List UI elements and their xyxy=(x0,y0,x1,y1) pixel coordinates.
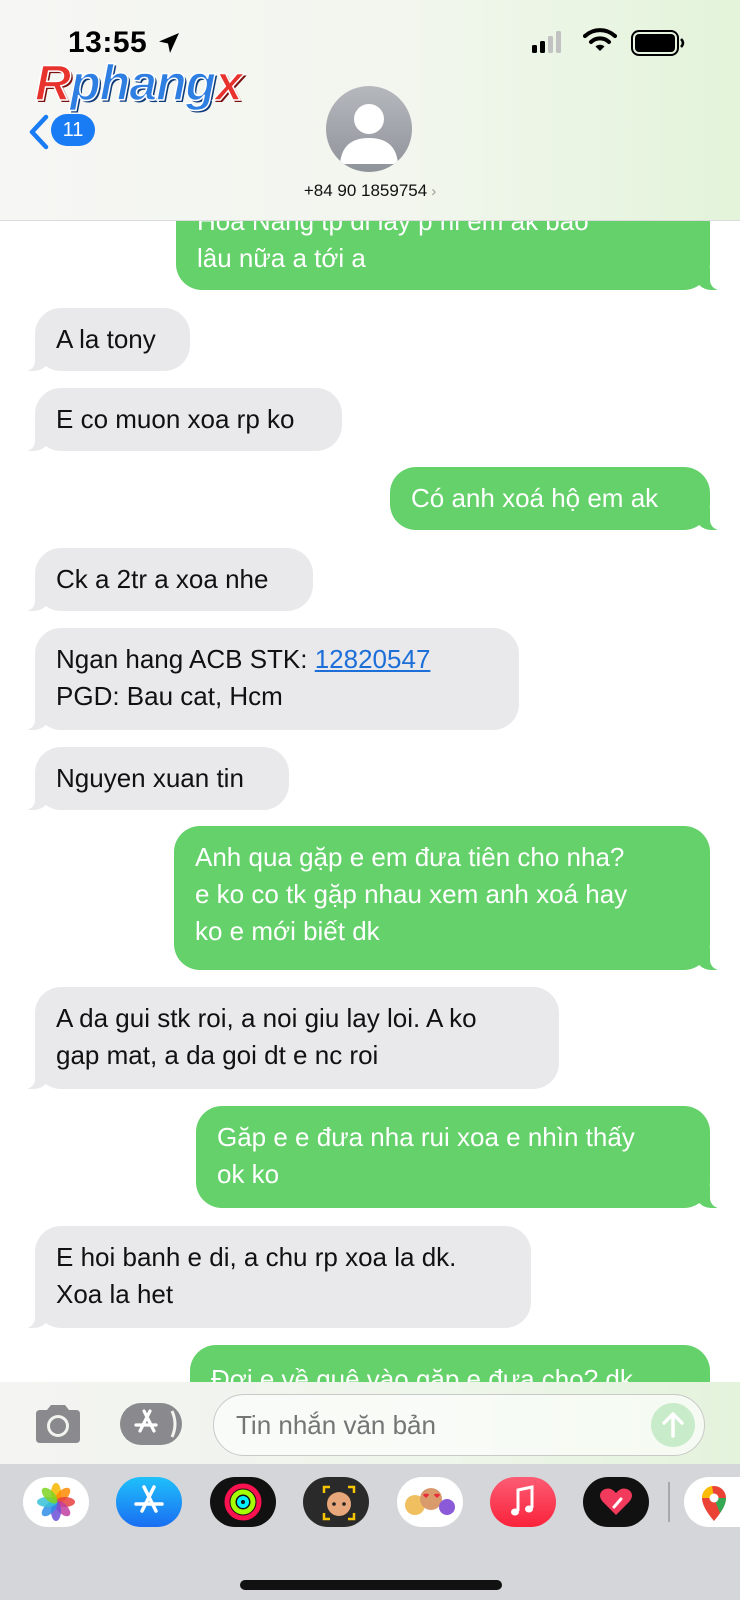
app-store-icon[interactable] xyxy=(116,1477,182,1527)
contact-number[interactable]: +84 90 1859754 › xyxy=(0,181,740,201)
message-text: E co muon xoa rp ko xyxy=(56,404,295,434)
music-icon[interactable] xyxy=(490,1477,556,1527)
chevron-right-icon: › xyxy=(431,183,437,200)
contact-avatar[interactable] xyxy=(326,86,412,172)
home-indicator xyxy=(240,1580,502,1590)
app-store-button[interactable] xyxy=(120,1403,182,1445)
account-number-link[interactable]: 12820547 xyxy=(315,644,431,674)
message-text: ok ko xyxy=(217,1159,280,1189)
message-received[interactable]: A da gui stk roi, a noi giu lay loi. A k… xyxy=(23,987,559,1089)
message-received[interactable]: Ngan hang ACB STK: 12820547 PGD: Bau cat… xyxy=(23,628,519,730)
tray-divider xyxy=(668,1482,670,1522)
message-received[interactable]: E hoi banh e di, a chu rp xoa la dk. Xoa… xyxy=(23,1226,531,1328)
message-sent[interactable]: Anh qua gặp e em đưa tiên cho nha? e ko … xyxy=(174,826,722,970)
watermark-logo: Rphangx xyxy=(34,55,243,111)
message-text: Nguyen xuan tin xyxy=(56,763,244,793)
message-input[interactable] xyxy=(213,1394,705,1456)
message-text: Xoa la het xyxy=(56,1279,174,1309)
message-text: gap mat, a da goi dt e nc roi xyxy=(56,1040,379,1070)
message-received[interactable]: Ck a 2tr a xoa nhe xyxy=(23,548,313,611)
message-text: e ko co tk gặp nhau xem anh xoá hay xyxy=(195,879,628,909)
message-text: Ck a 2tr a xoa nhe xyxy=(56,564,269,594)
message-text: PGD: Bau cat, Hcm xyxy=(56,681,283,711)
send-button[interactable] xyxy=(651,1403,695,1447)
cellular-signal-icon xyxy=(532,31,564,58)
back-chevron-icon[interactable] xyxy=(28,114,50,155)
message-text: E hoi banh e di, a chu rp xoa la dk. xyxy=(56,1242,457,1272)
fitness-icon[interactable] xyxy=(210,1477,276,1527)
message-text: Ngan hang ACB STK: 12820547 xyxy=(56,644,431,674)
unread-count-badge[interactable]: 11 xyxy=(51,114,95,146)
photos-icon[interactable] xyxy=(23,1477,89,1527)
memoji-icon[interactable] xyxy=(303,1477,369,1527)
message-text: Có anh xoá hộ em ak xyxy=(411,483,659,513)
digital-touch-icon[interactable] xyxy=(583,1477,649,1527)
google-maps-icon[interactable] xyxy=(684,1477,740,1527)
battery-icon xyxy=(631,30,685,61)
message-received[interactable]: E co muon xoa rp ko xyxy=(23,388,342,451)
camera-icon[interactable] xyxy=(32,1404,84,1449)
message-received[interactable]: A la tony xyxy=(23,308,190,371)
message-text: Găp e e đưa nha rui xoa e nhìn thấy xyxy=(217,1122,635,1152)
message-text: ko e mới biết dk xyxy=(195,916,380,946)
message-sent[interactable]: Có anh xoá hộ em ak xyxy=(390,467,722,530)
memoji-stickers-icon[interactable] xyxy=(397,1477,463,1527)
imessage-app-tray xyxy=(0,1464,740,1600)
message-text: A la tony xyxy=(56,324,156,354)
message-sent[interactable]: Găp e e đưa nha rui xoa e nhìn thấy ok k… xyxy=(196,1106,722,1208)
message-received[interactable]: Nguyen xuan tin xyxy=(23,747,289,810)
message-text: lâu nữa a tới a xyxy=(197,243,366,273)
wifi-icon xyxy=(583,27,617,58)
message-text: Anh qua gặp e em đưa tiên cho nha? xyxy=(195,842,625,872)
message-composer xyxy=(0,1382,740,1464)
message-text: A da gui stk roi, a noi giu lay loi. A k… xyxy=(56,1003,477,1033)
conversation-header: 13:55 Rphangx 11 +84 90 1859754 › xyxy=(0,0,740,221)
